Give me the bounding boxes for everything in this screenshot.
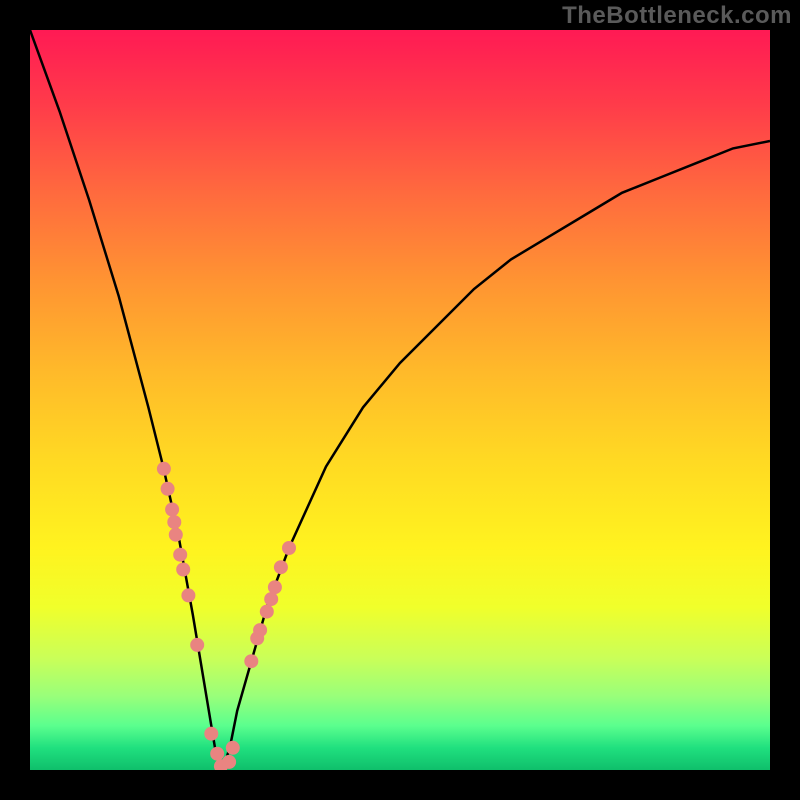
data-point bbox=[157, 462, 171, 476]
data-point bbox=[167, 515, 181, 529]
data-point bbox=[260, 605, 274, 619]
data-point bbox=[169, 528, 183, 542]
bottleneck-curve bbox=[30, 30, 770, 770]
data-point bbox=[176, 563, 190, 577]
chart-frame: TheBottleneck.com bbox=[0, 0, 800, 800]
data-point bbox=[268, 580, 282, 594]
data-point bbox=[190, 638, 204, 652]
data-point bbox=[253, 623, 267, 637]
data-point bbox=[204, 727, 218, 741]
data-point bbox=[226, 741, 240, 755]
data-point bbox=[161, 482, 175, 496]
data-point bbox=[244, 654, 258, 668]
dots-bottom bbox=[204, 727, 240, 770]
plot-area bbox=[30, 30, 770, 770]
data-point bbox=[282, 541, 296, 555]
data-point bbox=[274, 560, 288, 574]
watermark-text: TheBottleneck.com bbox=[562, 2, 792, 30]
dots-right bbox=[244, 541, 296, 668]
dots-left bbox=[157, 462, 204, 652]
data-point bbox=[181, 588, 195, 602]
data-point bbox=[210, 747, 224, 761]
data-point bbox=[173, 548, 187, 562]
curve-layer bbox=[30, 30, 770, 770]
data-point bbox=[165, 503, 179, 517]
data-point bbox=[264, 592, 278, 606]
data-point bbox=[222, 755, 236, 769]
